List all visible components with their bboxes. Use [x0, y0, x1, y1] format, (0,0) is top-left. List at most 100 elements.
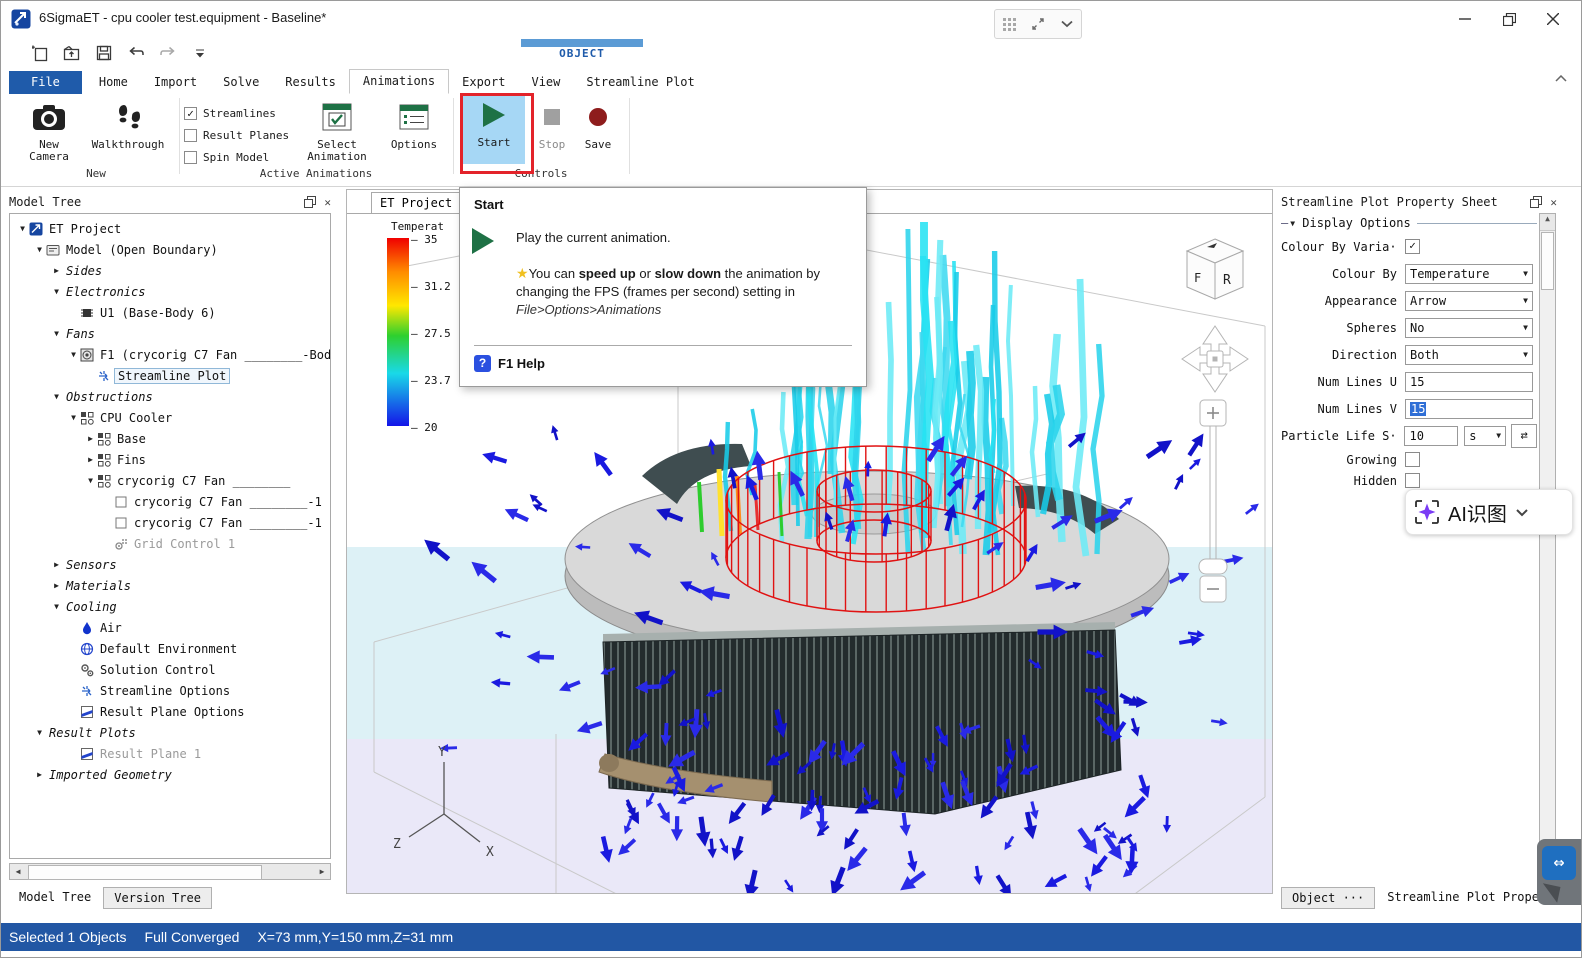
- tree-item-air[interactable]: Air: [10, 617, 330, 638]
- checkbox-spin-model[interactable]: Spin Model: [184, 146, 289, 168]
- tree-collapse-icon[interactable]: ▼: [67, 413, 80, 422]
- floating-extension-toolbar[interactable]: [994, 9, 1082, 39]
- customize-quick-access-icon[interactable]: [189, 42, 211, 64]
- spheres-dropdown[interactable]: No▼: [1405, 318, 1533, 338]
- scroll-up-icon[interactable]: ▲: [1540, 214, 1555, 231]
- tree-collapse-icon[interactable]: ▼: [50, 287, 63, 296]
- tree-collapse-icon[interactable]: ▼: [50, 329, 63, 338]
- tree-collapse-icon[interactable]: ▼: [16, 224, 29, 233]
- tree-item-base[interactable]: ▶Base: [10, 428, 330, 449]
- checkbox-box[interactable]: [184, 129, 197, 142]
- dock-icon[interactable]: [304, 196, 316, 209]
- stop-button[interactable]: Stop: [531, 98, 573, 151]
- tree-item-materials[interactable]: ▶Materials: [10, 575, 330, 596]
- tree-expand-icon[interactable]: ▶: [84, 434, 97, 443]
- tree-item-crycorig-c7-fan-1[interactable]: crycorig C7 Fan ________-1: [10, 491, 330, 512]
- close-panel-icon[interactable]: ✕: [324, 196, 331, 209]
- tree-collapse-icon[interactable]: ▼: [33, 728, 46, 737]
- vscroll-thumb[interactable]: [1541, 232, 1554, 290]
- ribbon-tab-solve[interactable]: Solve: [210, 71, 272, 94]
- checkbox-streamlines[interactable]: ✓Streamlines: [184, 102, 289, 124]
- tree-item-imported-geometry[interactable]: ▶Imported Geometry: [10, 764, 330, 785]
- remote-session-widget[interactable]: ⇔: [1537, 839, 1582, 905]
- expand-icon[interactable]: [1031, 17, 1045, 31]
- model-tree-hscrollbar[interactable]: ◀ ▶: [9, 863, 331, 880]
- hscroll-thumb[interactable]: [28, 865, 262, 880]
- tree-item-et-project[interactable]: ▼ET Project: [10, 218, 330, 239]
- tree-expand-icon[interactable]: ▶: [50, 581, 63, 590]
- tab-object[interactable]: Object ···: [1281, 887, 1375, 909]
- contextual-tab-object[interactable]: OBJECT: [521, 39, 643, 60]
- tree-item-sides[interactable]: ▶Sides: [10, 260, 330, 281]
- tree-expand-icon[interactable]: ▶: [50, 266, 63, 275]
- checkbox-result-planes[interactable]: Result Planes: [184, 124, 289, 146]
- close-button[interactable]: [1531, 1, 1575, 37]
- scroll-left-icon[interactable]: ◀: [10, 867, 26, 876]
- tree-expand-icon[interactable]: ▶: [33, 770, 46, 779]
- save-animation-button[interactable]: Save: [577, 98, 619, 151]
- chevron-down-icon[interactable]: [1060, 20, 1074, 28]
- tree-item-u1-base-body-6[interactable]: U1 (Base-Body 6): [10, 302, 330, 323]
- tree-item-result-plane-options[interactable]: Result Plane Options: [10, 701, 330, 722]
- num-lines-u-input[interactable]: 15: [1405, 372, 1533, 392]
- checkbox-box[interactable]: ✓: [184, 107, 197, 120]
- f1-help-link[interactable]: ? F1 Help: [474, 355, 545, 372]
- tree-item-cpu-cooler[interactable]: ▼CPU Cooler: [10, 407, 330, 428]
- num-lines-v-input[interactable]: 15: [1405, 399, 1533, 419]
- tree-collapse-icon[interactable]: ▼: [33, 245, 46, 254]
- tree-item-crycorig-c7-fan[interactable]: ▼crycorig C7 Fan ________: [10, 470, 330, 491]
- ai-recognize-button[interactable]: AI识图: [1405, 489, 1573, 535]
- new-project-icon[interactable]: [29, 42, 51, 64]
- tree-item-model-open-boundary[interactable]: ▼Model (Open Boundary): [10, 239, 330, 260]
- tab-model-tree[interactable]: Model Tree: [9, 887, 101, 907]
- property-sheet-vscrollbar[interactable]: ▲: [1539, 213, 1556, 883]
- new-camera-button[interactable]: New Camera: [19, 98, 79, 163]
- tab-version-tree[interactable]: Version Tree: [103, 887, 212, 909]
- save-icon[interactable]: [93, 42, 115, 64]
- growing-checkbox[interactable]: [1405, 452, 1420, 467]
- tree-item-default-environment[interactable]: Default Environment: [10, 638, 330, 659]
- chevron-down-icon[interactable]: [1515, 508, 1529, 517]
- tree-item-f1-crycorig-c7-fan-bod[interactable]: ▼F1 (crycorig C7 Fan ________-Bod: [10, 344, 330, 365]
- ribbon-tab-animations[interactable]: Animations: [349, 69, 449, 94]
- ribbon-tab-results[interactable]: Results: [272, 71, 349, 94]
- swap-units-button[interactable]: ⇄: [1511, 424, 1537, 448]
- ribbon-tab-view[interactable]: View: [518, 71, 573, 94]
- tree-collapse-icon[interactable]: ▼: [67, 350, 80, 359]
- colour-by-dropdown[interactable]: Temperature▼: [1405, 264, 1533, 284]
- tree-item-sensors[interactable]: ▶Sensors: [10, 554, 330, 575]
- checkbox-box[interactable]: [184, 151, 197, 164]
- redo-icon[interactable]: [157, 42, 179, 64]
- tree-item-cooling[interactable]: ▼Cooling: [10, 596, 330, 617]
- hidden-checkbox[interactable]: [1405, 473, 1420, 488]
- tree-item-crycorig-c7-fan-1[interactable]: crycorig C7 Fan ________-1: [10, 512, 330, 533]
- particle-life-s-input[interactable]: 10: [1404, 426, 1458, 446]
- particle-life-s-unit-dropdown[interactable]: s▼: [1464, 426, 1506, 446]
- direction-dropdown[interactable]: Both▼: [1405, 345, 1533, 365]
- ribbon-tab-export[interactable]: Export: [449, 71, 518, 94]
- select-animation-button[interactable]: Select Animation: [303, 98, 371, 163]
- grid-icon[interactable]: [1003, 18, 1016, 31]
- scroll-right-icon[interactable]: ▶: [314, 867, 330, 876]
- restore-button[interactable]: [1487, 1, 1531, 37]
- tree-expand-icon[interactable]: ▶: [50, 560, 63, 569]
- tree-item-streamline-plot[interactable]: Streamline Plot: [10, 365, 330, 386]
- options-button[interactable]: Options: [384, 98, 444, 151]
- tree-item-fans[interactable]: ▼Fans: [10, 323, 330, 344]
- import-icon[interactable]: [61, 42, 83, 64]
- ribbon-tab-streamline-plot[interactable]: Streamline Plot: [573, 71, 707, 94]
- ribbon-tab-home[interactable]: Home: [86, 71, 141, 94]
- walkthrough-button[interactable]: Walkthrough: [87, 98, 169, 151]
- colour-by-varia-checkbox[interactable]: ✓: [1405, 239, 1420, 254]
- tree-item-obstructions[interactable]: ▼Obstructions: [10, 386, 330, 407]
- tree-item-solution-control[interactable]: Solution Control: [10, 659, 330, 680]
- ribbon-collapse-icon[interactable]: [1555, 75, 1567, 82]
- ribbon-tab-import[interactable]: Import: [141, 71, 210, 94]
- appearance-dropdown[interactable]: Arrow▼: [1405, 291, 1533, 311]
- tree-item-grid-control-1[interactable]: Grid Control 1: [10, 533, 330, 554]
- tree-item-result-plots[interactable]: ▼Result Plots: [10, 722, 330, 743]
- section-display-options[interactable]: —▼ Display Options: [1281, 213, 1537, 233]
- tree-item-streamline-options[interactable]: Streamline Options: [10, 680, 330, 701]
- tree-collapse-icon[interactable]: ▼: [84, 476, 97, 485]
- undo-icon[interactable]: [125, 42, 147, 64]
